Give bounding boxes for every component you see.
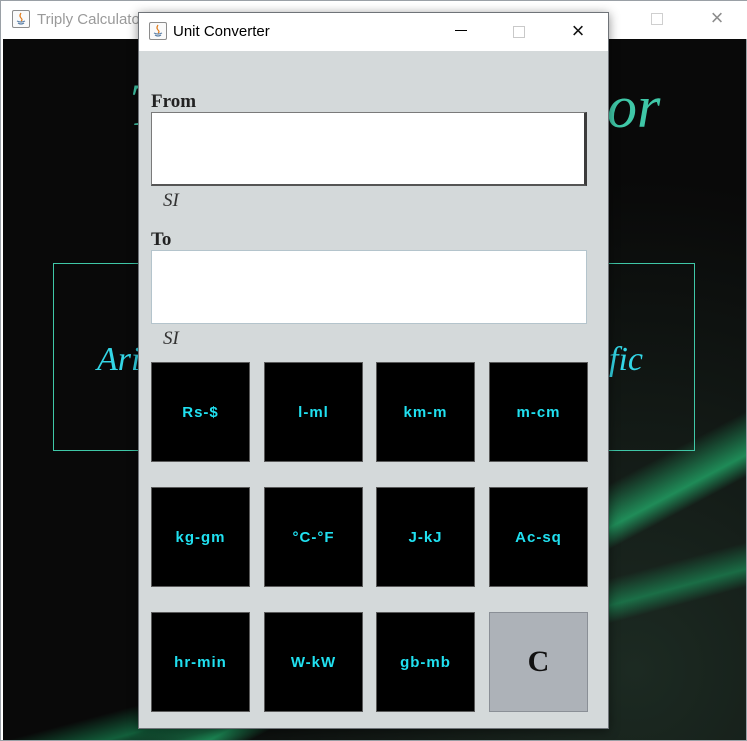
scientific-mode-label: fic: [609, 341, 643, 378]
from-label: From: [151, 91, 197, 112]
from-unit-label: SI: [163, 190, 179, 211]
dialog-title: Unit Converter: [173, 23, 270, 40]
maximize-icon[interactable]: [513, 26, 525, 38]
close-icon[interactable]: ×: [567, 18, 589, 44]
kilogram-gram-button[interactable]: kg-gm: [151, 487, 250, 587]
unit-converter-dialog: Unit Converter × From SI To SI Rs-$ l-ml…: [138, 12, 609, 729]
metre-centimetre-button[interactable]: m-cm: [489, 362, 588, 462]
litre-millilitre-button[interactable]: l-ml: [264, 362, 363, 462]
close-icon[interactable]: ×: [707, 7, 727, 29]
to-input[interactable]: [151, 250, 587, 324]
watt-kilowatt-button[interactable]: W-kW: [264, 612, 363, 712]
acre-square-button[interactable]: Ac-sq: [489, 487, 588, 587]
from-input[interactable]: [151, 112, 587, 186]
arithmetic-mode-label: Ari: [97, 341, 141, 378]
java-app-icon: [12, 10, 30, 28]
clear-button[interactable]: C: [489, 612, 588, 712]
rupee-dollar-button[interactable]: Rs-$: [151, 362, 250, 462]
main-window-title: Triply Calculator: [37, 11, 145, 28]
celsius-fahrenheit-button[interactable]: °C-°F: [264, 487, 363, 587]
dialog-titlebar[interactable]: Unit Converter ×: [139, 13, 608, 51]
hour-minute-button[interactable]: hr-min: [151, 612, 250, 712]
joule-kilojoule-button[interactable]: J-kJ: [376, 487, 475, 587]
to-label: To: [151, 229, 172, 250]
kilometre-metre-button[interactable]: km-m: [376, 362, 475, 462]
minimize-icon[interactable]: [455, 30, 467, 31]
calculator-heading-fragment-right: or: [607, 74, 661, 140]
java-app-icon: [149, 22, 167, 40]
maximize-icon[interactable]: [651, 13, 663, 25]
gigabyte-megabyte-button[interactable]: gb-mb: [376, 612, 475, 712]
to-unit-label: SI: [163, 328, 179, 349]
